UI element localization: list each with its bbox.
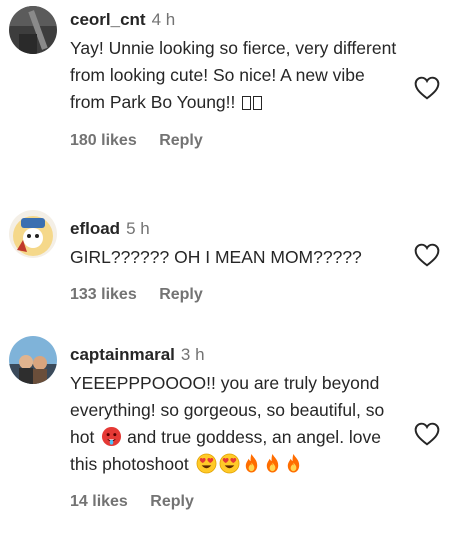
missing-glyph-icon — [242, 96, 252, 110]
avatar[interactable] — [9, 336, 57, 384]
avatar[interactable] — [9, 6, 57, 54]
username[interactable]: ceorl_cnt — [70, 10, 146, 29]
avatar[interactable] — [9, 210, 57, 258]
heart-outline-icon[interactable] — [414, 422, 440, 446]
missing-glyph-icon — [253, 96, 263, 110]
hot-face-emoji — [102, 426, 122, 447]
comment-text: GIRL?????? OH I MEAN MOM????? — [70, 247, 362, 267]
heart-eyes-emoji — [219, 453, 240, 474]
username[interactable]: efload — [70, 219, 120, 238]
reply-button[interactable]: Reply — [159, 132, 203, 150]
heart-eyes-emoji — [196, 453, 217, 474]
fire-emoji — [287, 454, 299, 473]
comment-header: ceorl_cnt 4 h — [70, 9, 400, 31]
heart-outline-icon[interactable] — [414, 243, 440, 267]
reply-button[interactable]: Reply — [150, 493, 194, 511]
likes-count[interactable]: 180 likes — [70, 132, 137, 150]
reply-button[interactable]: Reply — [159, 286, 203, 304]
comment-text-content: Yay! Unnie looking so fierce, very diffe… — [70, 38, 397, 112]
comment-meta: 180 likes Reply — [70, 132, 400, 150]
heart-outline-icon[interactable] — [414, 76, 440, 100]
fire-emoji — [245, 454, 257, 473]
likes-count[interactable]: 14 likes — [70, 493, 128, 511]
timestamp[interactable]: 5 h — [126, 219, 150, 238]
comment-text: Yay! Unnie looking so fierce, very diffe… — [70, 35, 400, 116]
comment-header: efload 5 h — [70, 218, 400, 240]
comment-meta: 133 likes Reply — [70, 286, 400, 304]
timestamp[interactable]: 4 h — [152, 10, 176, 29]
username[interactable]: captainmaral — [70, 345, 175, 364]
likes-count[interactable]: 133 likes — [70, 286, 137, 304]
timestamp[interactable]: 3 h — [181, 345, 205, 364]
fire-emoji — [266, 454, 278, 473]
comment-header: captainmaral 3 h — [70, 344, 400, 366]
comment-meta: 14 likes Reply — [70, 493, 400, 511]
comment-text: YEEEPPPOOOO!! you are truly beyond every… — [70, 370, 400, 478]
